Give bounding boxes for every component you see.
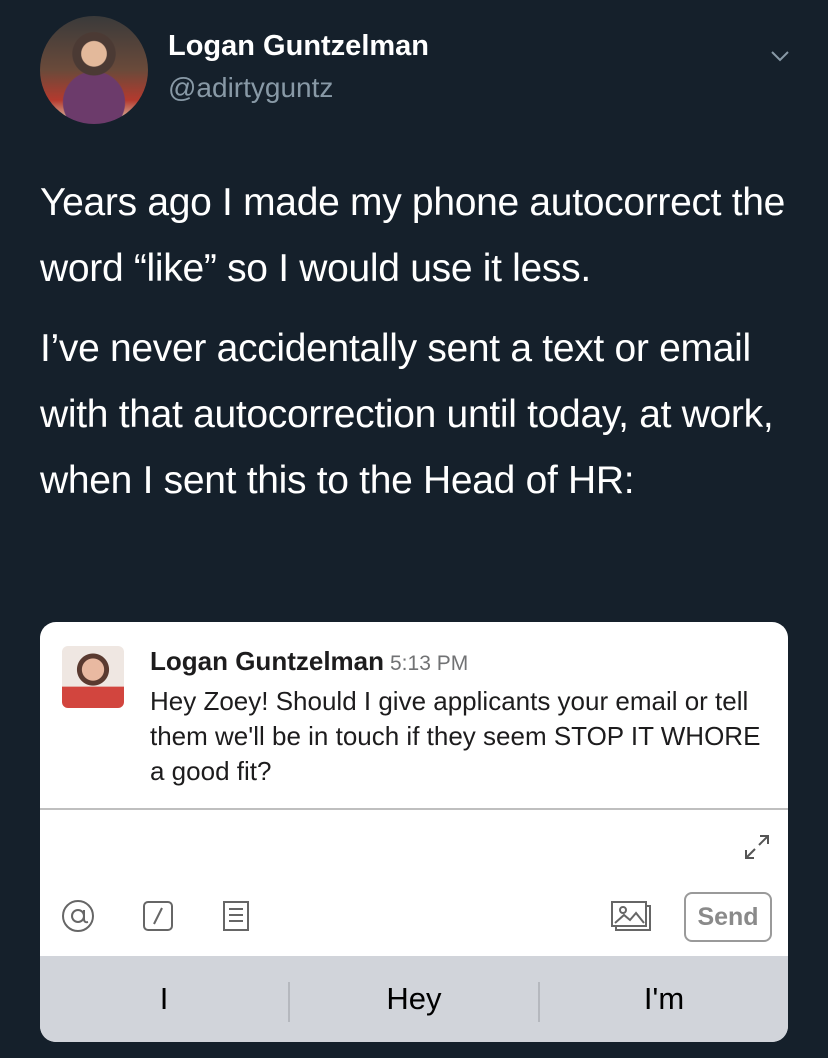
snippet-icon[interactable] xyxy=(218,898,254,934)
message-avatar xyxy=(62,646,124,708)
message-sender-name: Logan Guntzelman xyxy=(150,646,384,676)
author-handle[interactable]: @adirtyguntz xyxy=(168,72,333,104)
message-sender: Logan Guntzelman 5:13 PM xyxy=(150,646,468,677)
at-sign-icon[interactable] xyxy=(60,898,96,934)
tweet-header: Logan Guntzelman @adirtyguntz xyxy=(40,16,790,126)
message-body: Hey Zoey! Should I give applicants your … xyxy=(150,686,761,786)
suggestion-3[interactable]: I'm xyxy=(540,956,788,1042)
slash-command-icon[interactable] xyxy=(140,898,176,934)
expand-icon[interactable] xyxy=(740,830,774,864)
tweet-text: Years ago I made my phone autocorrect th… xyxy=(40,170,800,528)
suggestion-1[interactable]: I xyxy=(40,956,288,1042)
message-time: 5:13 PM xyxy=(390,652,469,675)
author-avatar[interactable] xyxy=(40,16,148,124)
author-name[interactable]: Logan Guntzelman xyxy=(168,30,429,63)
keyboard-suggestion-bar: I Hey I'm xyxy=(40,956,788,1042)
tweet-paragraph: I’ve never accidentally sent a text or e… xyxy=(40,327,774,502)
chevron-down-icon[interactable] xyxy=(770,46,790,66)
photo-icon[interactable] xyxy=(608,898,656,934)
tweet-paragraph: Years ago I made my phone autocorrect th… xyxy=(40,181,786,290)
send-button[interactable]: Send xyxy=(684,892,772,942)
suggestion-2[interactable]: Hey xyxy=(290,956,538,1042)
slack-screenshot-card[interactable]: Logan Guntzelman 5:13 PM Hey Zoey! Should… xyxy=(40,622,788,1042)
composer-divider xyxy=(40,808,788,810)
